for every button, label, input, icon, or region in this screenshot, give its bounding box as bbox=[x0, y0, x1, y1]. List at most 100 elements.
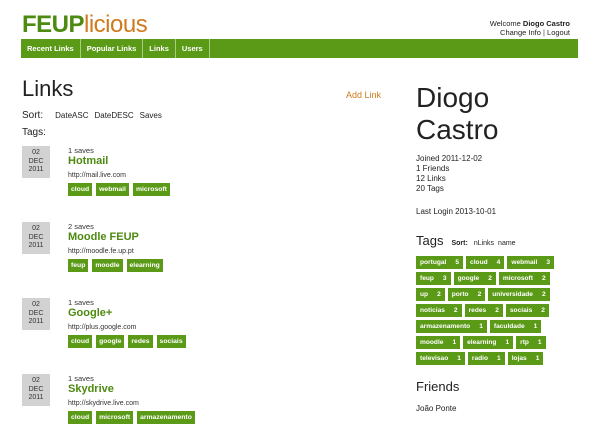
tag-count: 2 bbox=[541, 275, 546, 282]
tag[interactable]: moodle bbox=[92, 259, 123, 272]
tag-cloud-item[interactable]: rtp 1 bbox=[516, 336, 546, 349]
profile-name-last: Castro bbox=[416, 114, 499, 145]
tag[interactable]: armazenamento bbox=[137, 411, 195, 424]
tag-cloud-item[interactable]: portugal 5 bbox=[416, 256, 464, 269]
sort-saves[interactable]: Saves bbox=[140, 111, 162, 120]
add-link-button[interactable]: Add Link bbox=[346, 90, 381, 100]
tag-count: 1 bbox=[457, 355, 461, 362]
date-year: 2011 bbox=[28, 318, 44, 325]
friends-count: 1 Friends bbox=[416, 164, 450, 173]
tag-cloud-item[interactable]: noticias 2 bbox=[416, 304, 462, 317]
tag-count: 2 bbox=[541, 307, 545, 314]
tag-name: televisao bbox=[420, 355, 449, 362]
tag-cloud-item[interactable]: armazenamento 1 bbox=[416, 320, 487, 333]
tag[interactable]: feup bbox=[68, 259, 89, 272]
link-tags: cloud microsoft armazenamento bbox=[68, 411, 195, 424]
tag-sort-nlinks[interactable]: nLinks bbox=[474, 240, 494, 247]
tag-count: 1 bbox=[497, 355, 501, 362]
tag-cloud-item[interactable]: faculdade 1 bbox=[489, 320, 542, 333]
date-month: DEC bbox=[28, 233, 44, 241]
tag-count: 1 bbox=[535, 355, 540, 362]
saves-count: 1 saves bbox=[68, 146, 94, 155]
link-url: http://moodle.fe.up.pt bbox=[68, 248, 134, 255]
tag[interactable]: cloud bbox=[68, 183, 93, 196]
tag-cloud-item[interactable]: microsoft 2 bbox=[498, 272, 550, 285]
tag-cloud-item[interactable]: lojas 1 bbox=[507, 352, 544, 365]
tag[interactable]: microsoft bbox=[96, 411, 134, 424]
tag[interactable]: google bbox=[96, 335, 125, 348]
tag[interactable]: elearning bbox=[126, 259, 163, 272]
tag-count: 5 bbox=[455, 259, 460, 266]
tag-cloud-item[interactable]: feup 3 bbox=[416, 272, 451, 285]
tag[interactable]: redes bbox=[128, 335, 153, 348]
tag-cloud-item[interactable]: sociais 2 bbox=[505, 304, 549, 317]
tag-cloud-item[interactable]: cloud 4 bbox=[466, 256, 505, 269]
friends-title: Friends bbox=[416, 379, 460, 394]
tag-name: redes bbox=[468, 307, 487, 314]
tags-filter-label: Tags: bbox=[22, 127, 46, 138]
tag-cloud-item[interactable]: universidade 2 bbox=[488, 288, 550, 301]
tag-count: 2 bbox=[453, 307, 458, 314]
sort-bar: Sort: DateASC DateDESC Saves bbox=[22, 110, 168, 121]
separator: | bbox=[543, 28, 545, 37]
tag-count: 4 bbox=[496, 259, 501, 266]
nav-recent-links[interactable]: Recent Links bbox=[21, 39, 81, 58]
link-title[interactable]: Skydrive bbox=[68, 383, 114, 395]
tag-name: google bbox=[457, 275, 480, 282]
tag[interactable]: cloud bbox=[68, 335, 93, 348]
logo-suffix: licious bbox=[84, 11, 148, 38]
tag-cloud-item[interactable]: google 2 bbox=[453, 272, 496, 285]
tag[interactable]: cloud bbox=[68, 411, 93, 424]
sort-date-asc[interactable]: DateASC bbox=[55, 111, 88, 120]
tag-sort-name[interactable]: name bbox=[498, 240, 516, 247]
date-month: DEC bbox=[28, 385, 44, 393]
date-month: DEC bbox=[28, 309, 44, 317]
tag-cloud-item[interactable]: webmail 3 bbox=[507, 256, 555, 269]
date-badge: 02 DEC 2011 bbox=[22, 222, 50, 254]
saves-count: 1 saves bbox=[68, 298, 94, 307]
tag[interactable]: sociais bbox=[156, 335, 186, 348]
tag-name: universidade bbox=[492, 291, 533, 298]
date-day: 02 bbox=[32, 225, 40, 232]
tag-name: radio bbox=[471, 355, 489, 362]
tag-name: microsoft bbox=[502, 275, 533, 282]
logout-link[interactable]: Logout bbox=[547, 28, 570, 37]
tag-cloud-item[interactable]: televisao 1 bbox=[416, 352, 465, 365]
link-tags: feup moodle elearning bbox=[68, 259, 163, 272]
friend-link[interactable]: João Ponte bbox=[416, 404, 456, 413]
site-logo[interactable]: FEUPlicious bbox=[22, 11, 148, 38]
link-title[interactable]: Hotmail bbox=[68, 155, 108, 167]
tag-name: porto bbox=[451, 291, 469, 298]
tag-cloud-item[interactable]: moodle 1 bbox=[416, 336, 461, 349]
saves-count: 1 saves bbox=[68, 374, 94, 383]
tag[interactable]: microsoft bbox=[132, 183, 170, 196]
link-title[interactable]: Moodle FEUP bbox=[68, 231, 139, 243]
link-tags: cloud google redes sociais bbox=[68, 335, 186, 348]
date-badge: 02 DEC 2011 bbox=[22, 298, 50, 330]
tag-cloud-item[interactable]: elearning 1 bbox=[463, 336, 514, 349]
logo-main: FEUP bbox=[22, 11, 85, 38]
tag[interactable]: webmail bbox=[96, 183, 129, 196]
link-title[interactable]: Google+ bbox=[68, 307, 112, 319]
change-info-link[interactable]: Change Info bbox=[500, 28, 541, 37]
tag-cloud-item[interactable]: porto 2 bbox=[447, 288, 486, 301]
tag-cloud-item[interactable]: radio 1 bbox=[467, 352, 505, 365]
tag-name: feup bbox=[420, 275, 434, 282]
profile-name-first: Diogo bbox=[416, 82, 490, 113]
nav-links[interactable]: Links bbox=[143, 39, 176, 58]
tag-name: elearning bbox=[467, 339, 497, 346]
nav-popular-links[interactable]: Popular Links bbox=[81, 39, 144, 58]
tag-cloud-item[interactable]: up 2 bbox=[416, 288, 445, 301]
welcome-prefix: Welcome bbox=[489, 19, 521, 28]
tag-cloud-item[interactable]: redes 2 bbox=[464, 304, 503, 317]
tag-name: sociais bbox=[509, 307, 533, 314]
link-entry: 02 DEC 2011 2 saves Moodle FEUP http://m… bbox=[22, 222, 352, 292]
tag-count: 1 bbox=[452, 339, 457, 346]
link-entry: 02 DEC 2011 1 saves Google+ http://plus.… bbox=[22, 298, 352, 368]
link-entry: 02 DEC 2011 1 saves Hotmail http://mail.… bbox=[22, 146, 352, 216]
tags-count: 20 Tags bbox=[416, 184, 444, 193]
tag-count: 3 bbox=[546, 259, 551, 266]
nav-users[interactable]: Users bbox=[176, 39, 210, 58]
sort-date-desc[interactable]: DateDESC bbox=[94, 111, 133, 120]
tag-count: 2 bbox=[477, 291, 482, 298]
